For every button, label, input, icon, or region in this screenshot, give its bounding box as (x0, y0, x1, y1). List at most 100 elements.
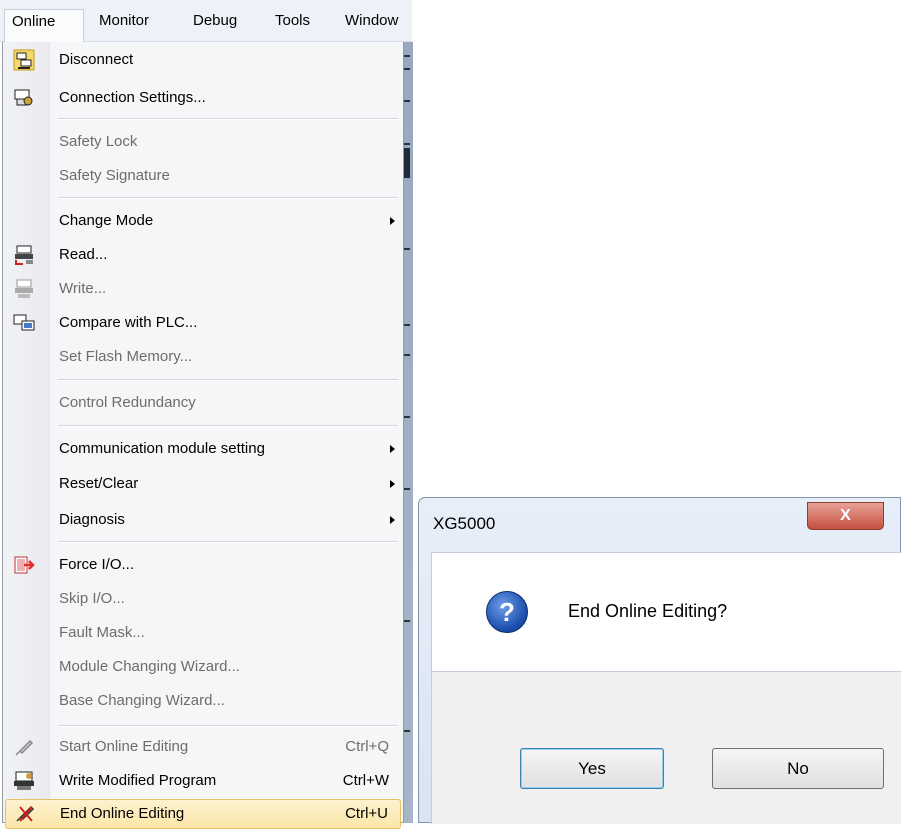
dialog-message: End Online Editing? (568, 601, 728, 621)
menu-separator (58, 425, 398, 427)
dialog-title: XG5000 (433, 514, 496, 533)
menu-debug[interactable]: Debug (186, 11, 256, 43)
window-edge-mark (404, 148, 410, 178)
online-dropdown-menu: Disconnect Connection Settings... Safety… (2, 42, 404, 829)
connection-settings-icon (13, 87, 35, 109)
menu-item-label: End Online Editing (60, 805, 185, 822)
menu-item-disconnect[interactable]: Disconnect (5, 44, 401, 76)
menu-item-label: Control Redundancy (59, 394, 196, 411)
menu-monitor-label: Monitor (99, 12, 150, 29)
window-edge-mark (404, 248, 410, 250)
menu-item-label: Write Modified Program (59, 772, 217, 789)
menu-item-fault-mask: Fault Mask... (5, 617, 401, 649)
menu-item-label: Communication module setting (59, 440, 265, 457)
window-edge-mark (404, 143, 410, 145)
menu-item-label: Reset/Clear (59, 475, 139, 492)
menu-item-label: Connection Settings... (59, 89, 206, 106)
menu-bar: Online Monitor Debug Tools Window (0, 0, 412, 43)
menu-monitor[interactable]: Monitor (92, 11, 180, 43)
dialog-body: ? End Online Editing? (431, 552, 901, 672)
dialog-footer: Yes No (431, 672, 901, 824)
menu-item-label: Skip I/O... (59, 590, 125, 607)
window-edge-mark (404, 730, 410, 732)
submenu-arrow-icon (390, 217, 395, 225)
menu-item-diagnosis[interactable]: Diagnosis (5, 504, 401, 536)
menu-item-label: Diagnosis (59, 511, 125, 528)
menu-separator (58, 118, 398, 120)
menu-item-start-online-editing: Start Online Editing Ctrl+Q (5, 731, 401, 763)
menu-item-label: Fault Mask... (59, 624, 145, 641)
confirm-dialog: XG5000 X ? End Online Editing? Yes No (418, 497, 901, 824)
menu-debug-label: Debug (193, 12, 238, 29)
yes-button[interactable]: Yes (520, 748, 664, 789)
menu-item-control-redundancy: Control Redundancy (5, 387, 401, 419)
menu-separator (58, 541, 398, 543)
menu-item-label: Safety Lock (59, 133, 138, 150)
menu-item-label: Force I/O... (59, 556, 135, 573)
write-icon (13, 278, 35, 300)
write-modified-program-icon (13, 770, 35, 792)
close-button[interactable]: X (807, 502, 884, 530)
menu-item-label: Compare with PLC... (59, 314, 198, 331)
menu-tools-label: Tools (275, 12, 311, 29)
menu-item-label: Change Mode (59, 212, 154, 229)
read-icon (13, 244, 35, 266)
menu-item-label: Base Changing Wizard... (59, 692, 225, 709)
close-icon: X (840, 507, 851, 524)
menu-item-label: Safety Signature (59, 167, 170, 184)
start-online-editing-icon (13, 736, 35, 758)
no-button[interactable]: No (712, 748, 884, 789)
menu-item-skip-io: Skip I/O... (5, 583, 401, 615)
menu-item-module-changing-wizard: Module Changing Wizard... (5, 651, 401, 683)
menu-item-label: Module Changing Wizard... (59, 658, 240, 675)
question-icon: ? (486, 591, 528, 633)
menu-item-base-changing-wizard: Base Changing Wizard... (5, 685, 401, 717)
end-online-editing-icon (14, 802, 36, 824)
no-button-label: No (787, 758, 809, 778)
menu-item-end-online-editing[interactable]: End Online Editing Ctrl+U (5, 799, 401, 829)
menu-item-shortcut: Ctrl+U (345, 805, 388, 822)
menu-item-communication-module-setting[interactable]: Communication module setting (5, 433, 401, 465)
window-edge-mark (404, 620, 410, 622)
menu-tools[interactable]: Tools (268, 11, 332, 43)
compare-icon (13, 312, 35, 334)
menu-separator (58, 197, 398, 199)
menu-online[interactable]: Online (4, 9, 84, 43)
menu-item-label: Start Online Editing (59, 738, 189, 755)
menu-item-reset-clear[interactable]: Reset/Clear (5, 468, 401, 500)
menu-window[interactable]: Window (338, 11, 412, 43)
disconnect-icon (13, 49, 35, 71)
submenu-arrow-icon (390, 516, 395, 524)
window-edge-mark (404, 488, 410, 490)
menu-item-connection-settings[interactable]: Connection Settings... (5, 82, 401, 114)
menu-item-write: Write... (5, 273, 401, 305)
menu-item-label: Set Flash Memory... (59, 348, 193, 365)
force-io-icon (13, 554, 35, 576)
menu-item-set-flash-memory: Set Flash Memory... (5, 341, 401, 373)
window-edge-mark (404, 324, 410, 326)
window-edge-mark (404, 354, 410, 356)
menu-item-safety-lock: Safety Lock (5, 126, 401, 158)
window-edge-mark (404, 100, 410, 102)
menu-item-read[interactable]: Read... (5, 239, 401, 271)
menu-window-label: Window (345, 12, 399, 29)
menu-item-shortcut: Ctrl+Q (345, 738, 389, 755)
submenu-arrow-icon (390, 445, 395, 453)
menu-item-label: Read... (59, 246, 108, 263)
menu-separator (58, 379, 398, 381)
menu-item-shortcut: Ctrl+W (342, 772, 389, 789)
menu-item-change-mode[interactable]: Change Mode (5, 205, 401, 237)
menu-item-label: Disconnect (59, 51, 134, 68)
window-edge-mark (404, 68, 410, 70)
menu-separator (58, 725, 398, 727)
menu-online-label: Online (12, 13, 56, 30)
window-edge-mark (404, 416, 410, 418)
menu-item-write-modified-program[interactable]: Write Modified Program Ctrl+W (5, 765, 401, 797)
submenu-arrow-icon (390, 480, 395, 488)
menu-item-label: Write... (59, 280, 107, 297)
menu-item-force-io[interactable]: Force I/O... (5, 549, 401, 581)
menu-item-compare-with-plc[interactable]: Compare with PLC... (5, 307, 401, 339)
window-edge-mark (404, 55, 410, 57)
yes-button-label: Yes (578, 758, 606, 778)
menu-item-safety-signature: Safety Signature (5, 160, 401, 192)
